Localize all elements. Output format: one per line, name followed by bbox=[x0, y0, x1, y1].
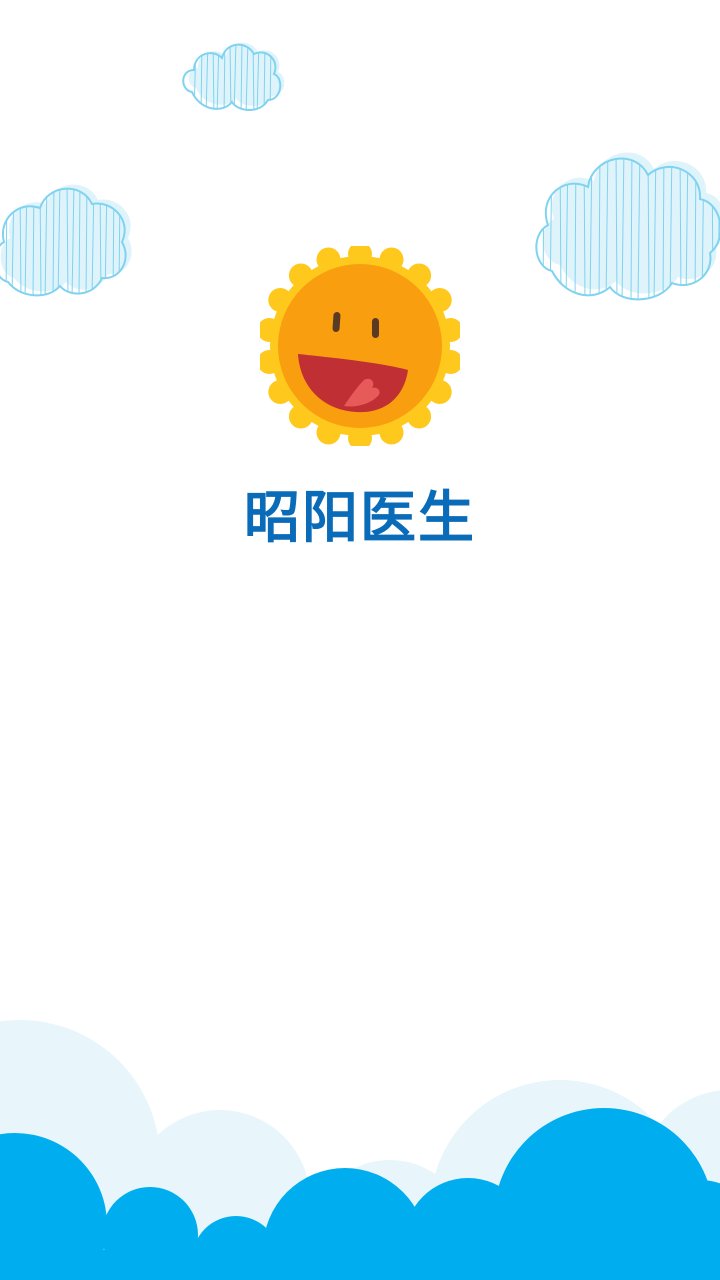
splash-screen: 昭阳医生 bbox=[0, 0, 720, 1280]
sketched-cloud-icon bbox=[182, 42, 285, 111]
sketched-cloud-icon bbox=[535, 152, 720, 301]
app-title: 昭阳医生 bbox=[244, 486, 476, 551]
sketched-cloud-icon bbox=[0, 184, 132, 297]
smiling-sun-icon bbox=[260, 246, 460, 446]
cloud-banner bbox=[0, 1020, 720, 1280]
